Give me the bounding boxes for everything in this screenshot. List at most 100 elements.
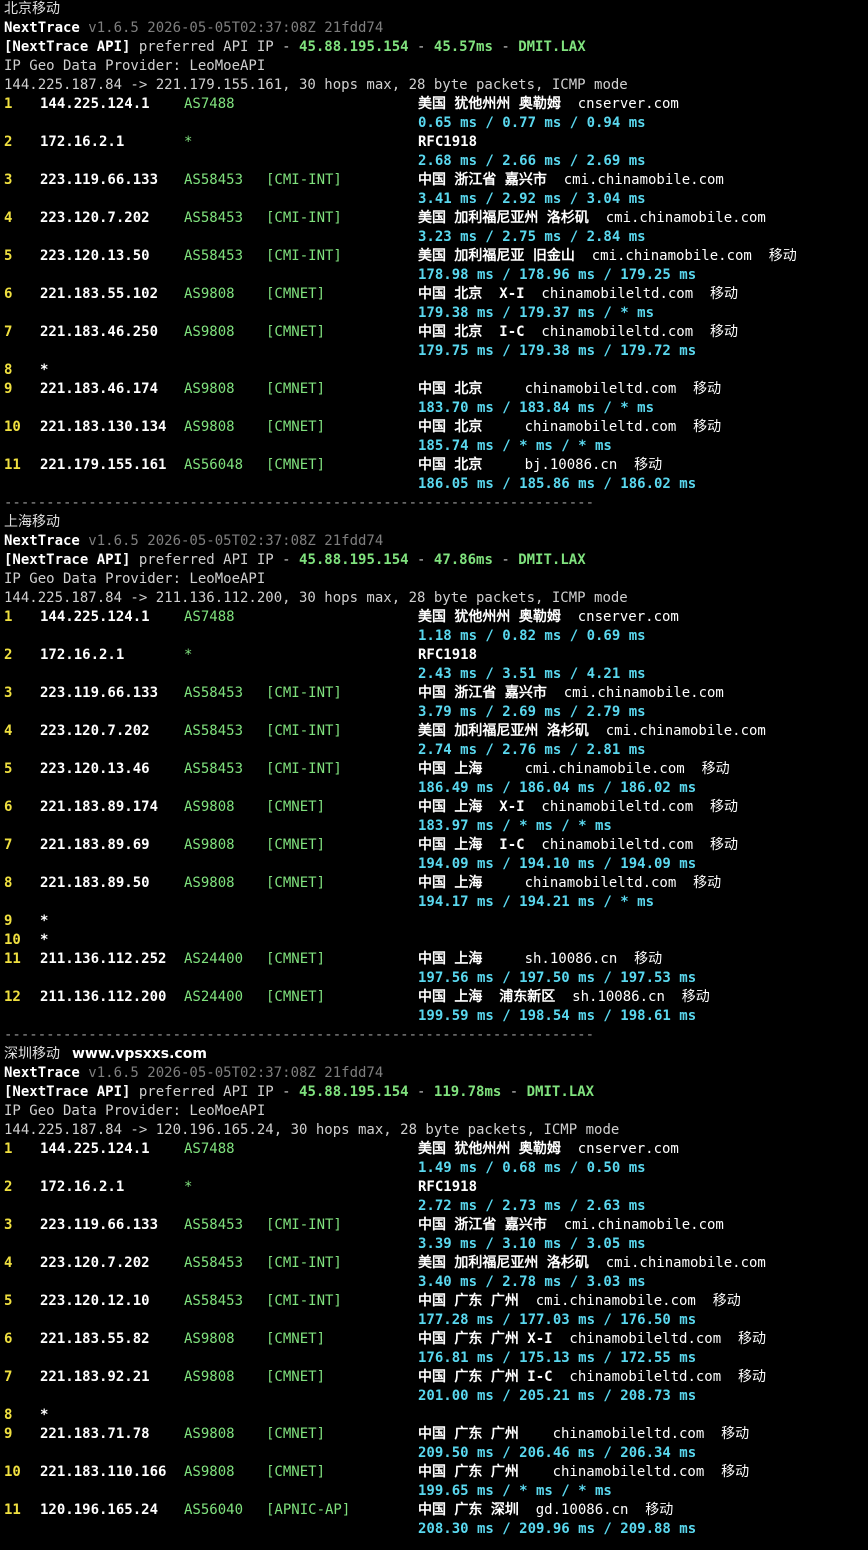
- hop-geo: 中国 上海 cmi.chinamobile.com 移动: [418, 760, 730, 779]
- hop-host: chinamobileltd.com: [552, 1331, 722, 1347]
- banner-line: NextTrace v1.6.5 2026-05-05T02:37:08Z 21…: [4, 532, 868, 551]
- hop-asn: AS9808: [184, 1369, 235, 1385]
- hop-tag: [CMI-INT]: [266, 172, 342, 188]
- hop-rtt-row: 199.59 ms / 198.54 ms / 198.61 ms: [4, 1007, 868, 1026]
- hop-isp: 移动: [704, 1426, 750, 1442]
- hop-rtt: 177.28 ms / 177.03 ms / 176.50 ms: [418, 1312, 697, 1328]
- hop-ip: 223.120.13.50: [40, 248, 150, 264]
- hop-rtt: 0.65 ms / 0.77 ms / 0.94 ms: [418, 115, 646, 131]
- hop-rtt: 199.59 ms / 198.54 ms / 198.61 ms: [418, 1008, 697, 1024]
- hop-location: 中国 广东 广州: [418, 1464, 536, 1480]
- hop-host: chinamobileltd.com: [524, 286, 694, 302]
- api-line: [NextTrace API] preferred API IP - 45.88…: [4, 38, 868, 57]
- hop-asn: AS58453: [184, 172, 244, 188]
- terminal-output: 北京移动 NextTrace v1.6.5 2026-05-05T02:37:08…: [0, 0, 868, 1539]
- hop-number: 10: [4, 419, 21, 435]
- hop-location: 中国 北京: [418, 457, 508, 473]
- hop-ip: 221.183.92.21: [40, 1369, 150, 1385]
- section-header: 深圳移动 www.vpsxxs.com: [4, 1045, 868, 1064]
- hop-ip: 221.183.46.174: [40, 381, 159, 397]
- hop-row: 3 223.119.66.133 AS58453 [CMI-INT] 中国 浙江省 嘉兴…: [4, 171, 868, 190]
- hop-row: 10 221.183.110.166 AS9808 [CMNET] 中国 广东 广州 c…: [4, 1463, 868, 1482]
- hop-number: 7: [4, 837, 13, 853]
- hop-rtt-row: 201.00 ms / 205.21 ms / 208.73 ms: [4, 1387, 868, 1406]
- route-summary: 144.225.187.84 -> 120.196.165.24, 30 hop…: [4, 1122, 620, 1138]
- hop-rtt-row: 186.49 ms / 186.04 ms / 186.02 ms: [4, 779, 868, 798]
- api-latency: 45.57ms: [433, 39, 493, 55]
- hop-host: cnserver.com: [560, 1141, 679, 1157]
- hop-rtt-row: 1.49 ms / 0.68 ms / 0.50 ms: [4, 1159, 868, 1178]
- hop-number: 12: [4, 989, 21, 1005]
- hop-asn: AS9808: [184, 875, 235, 891]
- hop-number: 4: [4, 723, 13, 739]
- hop-ip: 223.120.7.202: [40, 210, 150, 226]
- hop-number: 5: [4, 1293, 13, 1309]
- hop-geo: RFC1918: [418, 646, 477, 665]
- hop-location: RFC1918: [418, 647, 478, 663]
- hop-number: 4: [4, 210, 13, 226]
- api-sep: -: [501, 1084, 527, 1100]
- hop-row: 4 223.120.7.202 AS58453 [CMI-INT] 美国 加利福尼亚州 …: [4, 209, 868, 228]
- hop-tag: [CMNET]: [266, 457, 326, 473]
- app-version: v1.6.5 2026-05-05T02:37:08Z 21fdd74: [79, 1065, 384, 1081]
- separator-line: ----------------------------------------…: [4, 1026, 868, 1045]
- hop-ip: *: [40, 1407, 49, 1423]
- hop-isp: 移动: [628, 1502, 674, 1518]
- hop-isp: 移动: [695, 1293, 741, 1309]
- hop-host: chinamobileltd.com: [552, 1369, 722, 1385]
- hop-number: 5: [4, 248, 13, 264]
- hop-isp: 移动: [676, 381, 722, 397]
- hop-location: 中国 上海: [418, 761, 508, 777]
- hop-host: cmi.chinamobile.com: [507, 761, 685, 777]
- hop-rtt: 176.81 ms / 175.13 ms / 172.55 ms: [418, 1350, 697, 1366]
- hop-location: 中国 浙江省 嘉兴市: [418, 172, 547, 188]
- hop-row: 9 221.183.46.174 AS9808 [CMNET] 中国 北京 chinam…: [4, 380, 868, 399]
- hop-geo: RFC1918: [418, 1178, 477, 1197]
- hop-location: 中国 北京 I-C: [418, 324, 525, 340]
- hop-number: 6: [4, 799, 13, 815]
- api-text: preferred API IP -: [130, 552, 300, 568]
- site-watermark: www.vpsxxs.com: [72, 1046, 207, 1062]
- hop-rtt-row: 183.97 ms / * ms / * ms: [4, 817, 868, 836]
- route-summary: 144.225.187.84 -> 221.179.155.161, 30 ho…: [4, 77, 628, 93]
- hop-location: 中国 上海: [418, 951, 508, 967]
- hop-rtt-row: 209.50 ms / 206.46 ms / 206.34 ms: [4, 1444, 868, 1463]
- hop-number: 6: [4, 1331, 13, 1347]
- app-name: NextTrace: [4, 1065, 80, 1081]
- hop-rtt-row: 194.09 ms / 194.10 ms / 194.09 ms: [4, 855, 868, 874]
- hop-number: 9: [4, 381, 13, 397]
- hop-tag: [CMI-INT]: [266, 1293, 342, 1309]
- route-line: 144.225.187.84 -> 221.179.155.161, 30 ho…: [4, 76, 868, 95]
- hop-rtt-row: 199.65 ms / * ms / * ms: [4, 1482, 868, 1501]
- hop-rtt-row: 197.56 ms / 197.50 ms / 197.53 ms: [4, 969, 868, 988]
- hop-number: 4: [4, 1255, 13, 1271]
- section-header: 上海移动: [4, 513, 868, 532]
- banner-line: NextTrace v1.6.5 2026-05-05T02:37:08Z 21…: [4, 1064, 868, 1083]
- hop-row: 8 *: [4, 361, 868, 380]
- section-title: 北京移动: [4, 1, 60, 17]
- hop-ip: 223.120.7.202: [40, 1255, 150, 1271]
- api-latency: 47.86ms: [433, 552, 493, 568]
- api-label: [NextTrace API]: [4, 552, 131, 568]
- hop-isp: 移动: [617, 951, 663, 967]
- hop-ip: 221.183.55.82: [40, 1331, 150, 1347]
- hop-rtt-row: 208.30 ms / 209.96 ms / 209.88 ms: [4, 1520, 868, 1539]
- hop-row: 11 120.196.165.24 AS56040 [APNIC-AP] 中国 广东 深…: [4, 1501, 868, 1520]
- hop-geo: 美国 犹他州州 奥勒姆 cnserver.com: [418, 608, 679, 627]
- hop-host: chinamobileltd.com: [524, 799, 694, 815]
- hop-geo: 中国 广东 广州 chinamobileltd.com 移动: [418, 1425, 749, 1444]
- hop-location: 中国 北京: [418, 381, 508, 397]
- hop-row: 9 *: [4, 912, 868, 931]
- hop-ip: 221.183.46.250: [40, 324, 159, 340]
- hop-number: 1: [4, 96, 13, 112]
- hop-rtt: 186.05 ms / 185.86 ms / 186.02 ms: [418, 476, 697, 492]
- hop-location: 美国 加利福尼亚州 洛杉矶: [418, 723, 589, 739]
- hop-isp: 移动: [693, 837, 739, 853]
- hop-host: cnserver.com: [560, 609, 679, 625]
- hop-tag: [CMNET]: [266, 1426, 326, 1442]
- geo-provider-line: IP Geo Data Provider: LeoMoeAPI: [4, 570, 868, 589]
- hop-asn: AS56048: [184, 457, 244, 473]
- hop-rtt-row: 186.05 ms / 185.86 ms / 186.02 ms: [4, 475, 868, 494]
- hop-isp: 移动: [676, 419, 722, 435]
- hop-asn: AS7488: [184, 609, 235, 625]
